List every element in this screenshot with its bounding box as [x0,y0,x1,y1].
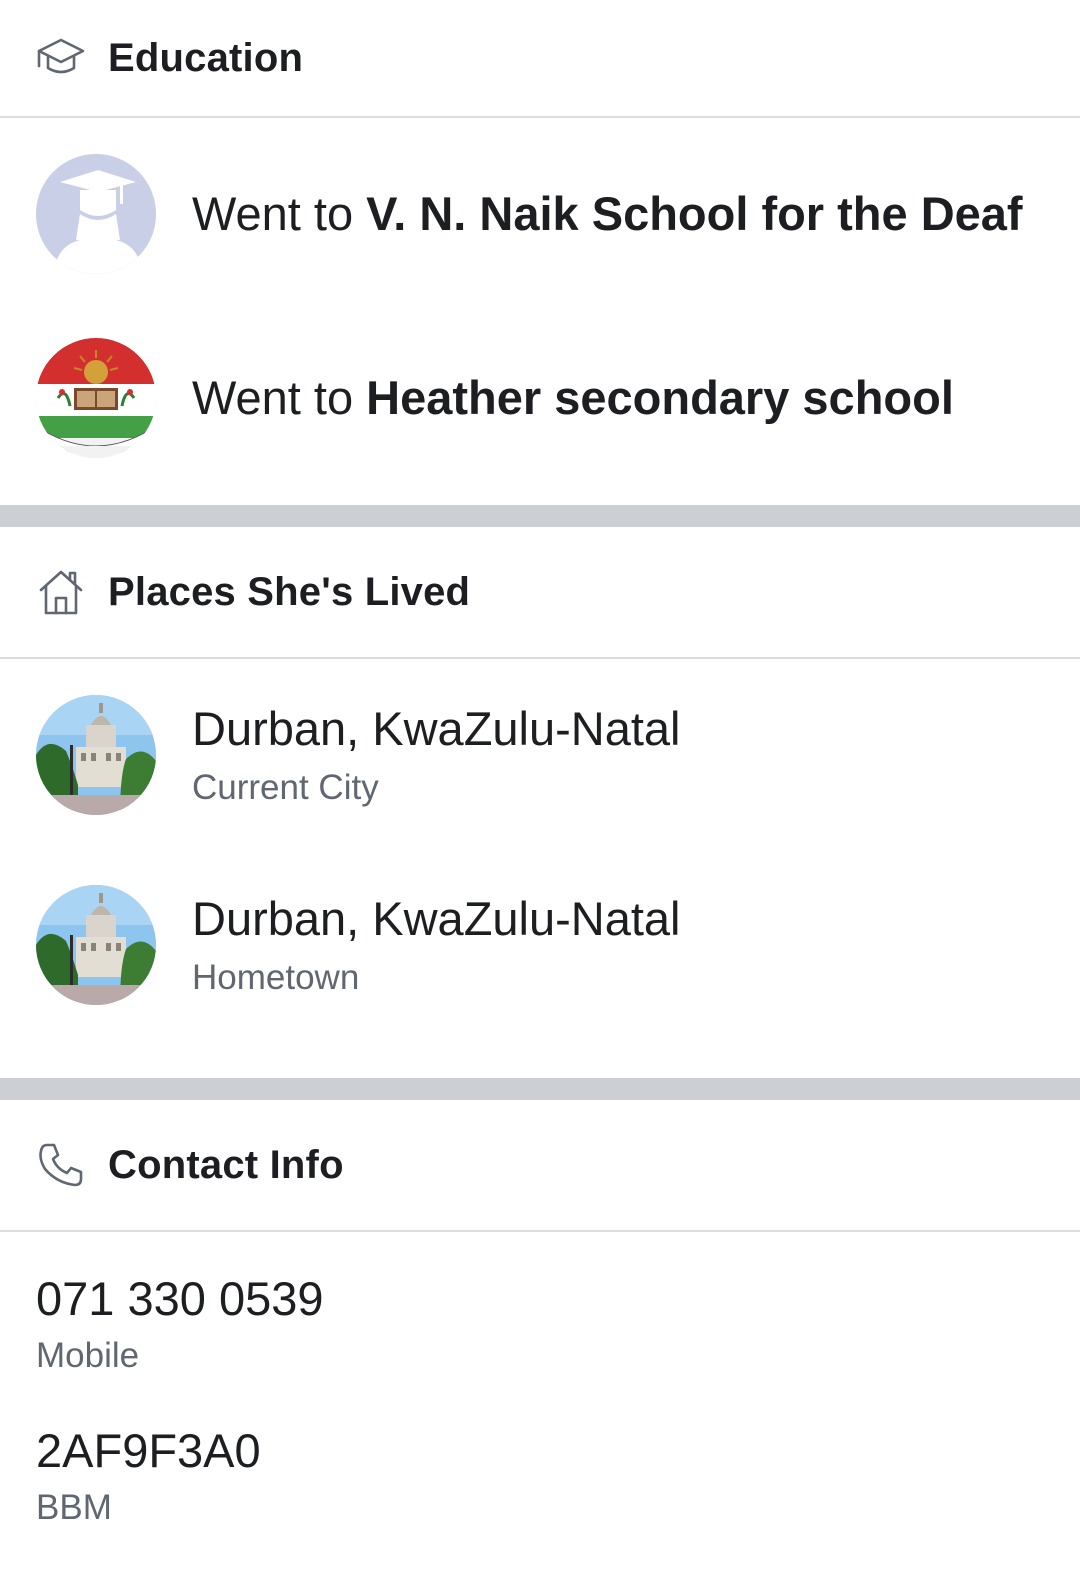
contact-label: Mobile [36,1336,140,1376]
contact-value[interactable]: 071 330 0539 [36,1272,1080,1326]
city-hall-photo [36,695,156,815]
school-name[interactable]: V. N. Naik School for the Deaf [366,187,1022,240]
contact-item[interactable]: 2AF9F3A0 BBM [0,1384,1080,1576]
place-label: Current City [192,768,379,808]
section-title: Places She's Lived [108,569,471,614]
city-hall-photo [36,885,156,1005]
home-icon [36,567,86,617]
place-text: Durban, KwaZulu-Natal Current City [192,702,681,808]
education-item[interactable]: Went to Heather secondary school [0,302,1080,494]
education-header: Education [0,0,1080,118]
contact-item[interactable]: 071 330 0539 Mobile [0,1232,1080,1384]
section-title: Contact Info [108,1142,344,1187]
contact-label: BBM [36,1488,112,1528]
school-name[interactable]: Heather secondary school [366,371,954,424]
place-label: Hometown [192,958,360,998]
section-title: Education [108,35,304,80]
graduate-silhouette-avatar [36,154,156,274]
graduation-cap-icon [36,33,86,83]
place-city[interactable]: Durban, KwaZulu-Natal [192,702,681,756]
education-text: Went to V. N. Naik School for the Deaf [192,186,1023,242]
education-text: Went to Heather secondary school [192,370,954,426]
place-item[interactable]: Durban, KwaZulu-Natal Hometown [0,849,1080,1041]
place-text: Durban, KwaZulu-Natal Hometown [192,892,681,998]
contact-value[interactable]: 2AF9F3A0 [36,1424,1080,1478]
education-item[interactable]: Went to V. N. Naik School for the Deaf [0,118,1080,310]
went-to-label: Went to [192,370,367,424]
place-item[interactable]: Durban, KwaZulu-Natal Current City [0,659,1080,851]
places-header: Places She's Lived [0,527,1080,659]
went-to-label: Went to [192,186,367,240]
place-city[interactable]: Durban, KwaZulu-Natal [192,892,681,946]
phone-icon [36,1140,86,1190]
school-crest-avatar [36,338,156,458]
contact-header: Contact Info [0,1100,1080,1232]
section-divider [0,1078,1080,1100]
section-divider [0,505,1080,527]
